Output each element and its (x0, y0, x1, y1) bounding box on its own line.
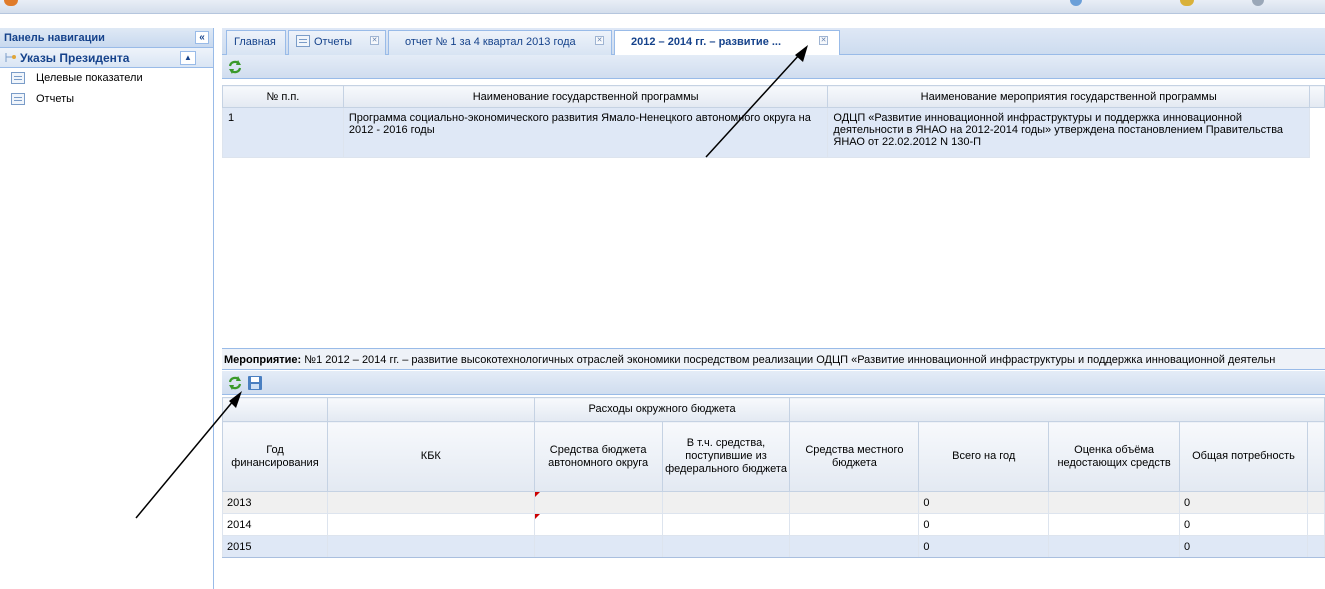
cell-extra (1306, 535, 1325, 558)
event-value: №1 2012 – 2014 гг. – развитие высокотехн… (304, 354, 1276, 366)
refresh-icon[interactable] (227, 59, 243, 75)
grid-header-row: № п.п. Наименование государственной прог… (222, 85, 1325, 108)
table-icon (11, 72, 25, 84)
column-header-kbk[interactable]: КБК (326, 421, 535, 492)
group-header-empty (326, 397, 535, 422)
tab-label: Отчеты (314, 36, 353, 48)
app-icon (4, 0, 18, 6)
nav-group-label: Указы Президента (20, 51, 130, 65)
programs-grid: № п.п. Наименование государственной прог… (222, 85, 1325, 158)
cell-program[interactable]: Программа социально-экономического разви… (342, 107, 829, 158)
cell-federal-funds[interactable] (661, 491, 791, 514)
sidebar-item-label: Отчеты (36, 93, 75, 105)
settings-icon[interactable] (1252, 0, 1264, 6)
nav-group-presidential-decrees[interactable]: Указы Президента ▲ (0, 48, 213, 68)
close-icon[interactable]: ✕ (595, 36, 604, 45)
cell-kbk[interactable] (326, 535, 535, 558)
cell-total-need[interactable]: 0 (1179, 513, 1308, 536)
column-header-extra (1308, 85, 1325, 108)
sidebar-item-label: Целевые показатели (36, 72, 143, 84)
column-header-year[interactable]: Год финансирования (222, 421, 328, 492)
save-icon[interactable] (247, 375, 263, 391)
table-icon (11, 93, 25, 105)
cell-local-funds[interactable] (789, 513, 920, 536)
window-top-strip (0, 0, 1325, 14)
finance-toolbar (222, 371, 1325, 395)
cell-federal-funds[interactable] (661, 513, 791, 536)
finance-grid: Расходы окружного бюджета Год финансиров… (222, 397, 1325, 558)
cell-event[interactable]: ОДЦП «Развитие инновационной инфраструкт… (827, 107, 1310, 158)
cell-total-need[interactable]: 0 (1179, 491, 1308, 514)
cell-shortfall[interactable] (1048, 513, 1181, 536)
event-info-bar: Мероприятие: №1 2012 – 2014 гг. – развит… (222, 348, 1325, 370)
collapse-panel-icon[interactable]: « (195, 31, 209, 44)
column-header-year-total[interactable]: Всего на год (918, 421, 1050, 492)
cell-extra (1306, 513, 1325, 536)
navigation-panel-title: Панель навигации (4, 32, 105, 44)
cell-extra (1309, 107, 1325, 158)
cell-year-total[interactable]: 0 (918, 513, 1050, 536)
tab-label: отчет № 1 за 4 квартал 2013 года (405, 36, 576, 48)
cell-kbk[interactable] (326, 491, 535, 514)
refresh-icon[interactable] (227, 375, 243, 391)
cell-number[interactable]: 1 (222, 107, 344, 158)
navigation-panel-header: Панель навигации « (0, 28, 213, 48)
sidebar-item-reports[interactable]: Отчеты (0, 89, 213, 110)
user-icon[interactable] (1180, 0, 1194, 6)
table-row-selected[interactable]: 2015 0 0 (222, 535, 1325, 558)
cell-shortfall[interactable] (1048, 491, 1181, 514)
cell-year[interactable]: 2014 (222, 513, 328, 536)
table-icon (296, 35, 310, 47)
cell-year[interactable]: 2015 (222, 535, 328, 558)
cell-year[interactable]: 2013 (222, 491, 328, 514)
column-header-local-funds[interactable]: Средства местного бюджета (789, 421, 920, 492)
cell-district-funds[interactable] (533, 491, 663, 514)
tab-home[interactable]: Главная (226, 30, 286, 55)
navigation-panel: Панель навигации « Указы Президента ▲ Це… (0, 28, 214, 589)
table-row[interactable]: 2013 0 0 (222, 491, 1325, 514)
cell-district-funds[interactable] (533, 513, 663, 536)
column-header-number[interactable]: № п.п. (222, 85, 344, 108)
cell-total-need[interactable]: 0 (1179, 535, 1308, 558)
cell-year-total[interactable]: 0 (918, 491, 1050, 514)
tab-report-q4-2013[interactable]: отчет № 1 за 4 квартал 2013 года ✕ (388, 30, 612, 55)
group-header-empty (789, 397, 1325, 422)
cell-district-funds[interactable] (533, 535, 663, 558)
column-header-shortfall[interactable]: Оценка объёма недостающих средств (1048, 421, 1181, 492)
tab-label: 2012 – 2014 гг. – развитие ... (631, 36, 782, 48)
cell-extra (1306, 491, 1325, 514)
column-header-program[interactable]: Наименование государственной программы (342, 85, 829, 108)
tab-reports[interactable]: Отчеты ✕ (288, 30, 386, 55)
cell-kbk[interactable] (326, 513, 535, 536)
group-header-empty (222, 397, 328, 422)
cell-shortfall[interactable] (1048, 535, 1181, 558)
table-row[interactable]: 2014 0 0 (222, 513, 1325, 536)
tab-bar: Главная Отчеты ✕ отчет № 1 за 4 квартал … (222, 28, 1325, 56)
column-header-total-need[interactable]: Общая потребность (1179, 421, 1308, 492)
group-header-district-budget: Расходы окружного бюджета (533, 397, 791, 422)
column-header-extra (1306, 421, 1325, 492)
event-label: Мероприятие: (224, 354, 302, 366)
cell-year-total[interactable]: 0 (918, 535, 1050, 558)
cell-federal-funds[interactable] (661, 535, 791, 558)
column-header-district-funds[interactable]: Средства бюджета автономного округа (533, 421, 663, 492)
grid-group-header-row: Расходы окружного бюджета (222, 397, 1325, 422)
column-header-federal-funds[interactable]: В т.ч. средства, поступившие из федераль… (661, 421, 791, 492)
column-header-event[interactable]: Наименование мероприятия государственной… (827, 85, 1310, 108)
cell-local-funds[interactable] (789, 491, 920, 514)
tab-development-2012-2014[interactable]: 2012 – 2014 гг. – развитие ... ✕ (614, 30, 840, 56)
table-row[interactable]: 1 Программа социально-экономического раз… (222, 107, 1325, 158)
programs-toolbar (222, 55, 1325, 79)
expand-toggle-icon[interactable]: ▲ (180, 51, 196, 65)
help-icon[interactable] (1070, 0, 1082, 6)
sidebar-item-target-indicators[interactable]: Целевые показатели (0, 68, 213, 89)
close-icon[interactable]: ✕ (819, 36, 828, 45)
cell-local-funds[interactable] (789, 535, 920, 558)
close-icon[interactable]: ✕ (370, 36, 379, 45)
tree-node-icon (5, 53, 16, 62)
tab-label: Главная (234, 36, 276, 48)
grid-header-row: Год финансирования КБК Средства бюджета … (222, 421, 1325, 492)
